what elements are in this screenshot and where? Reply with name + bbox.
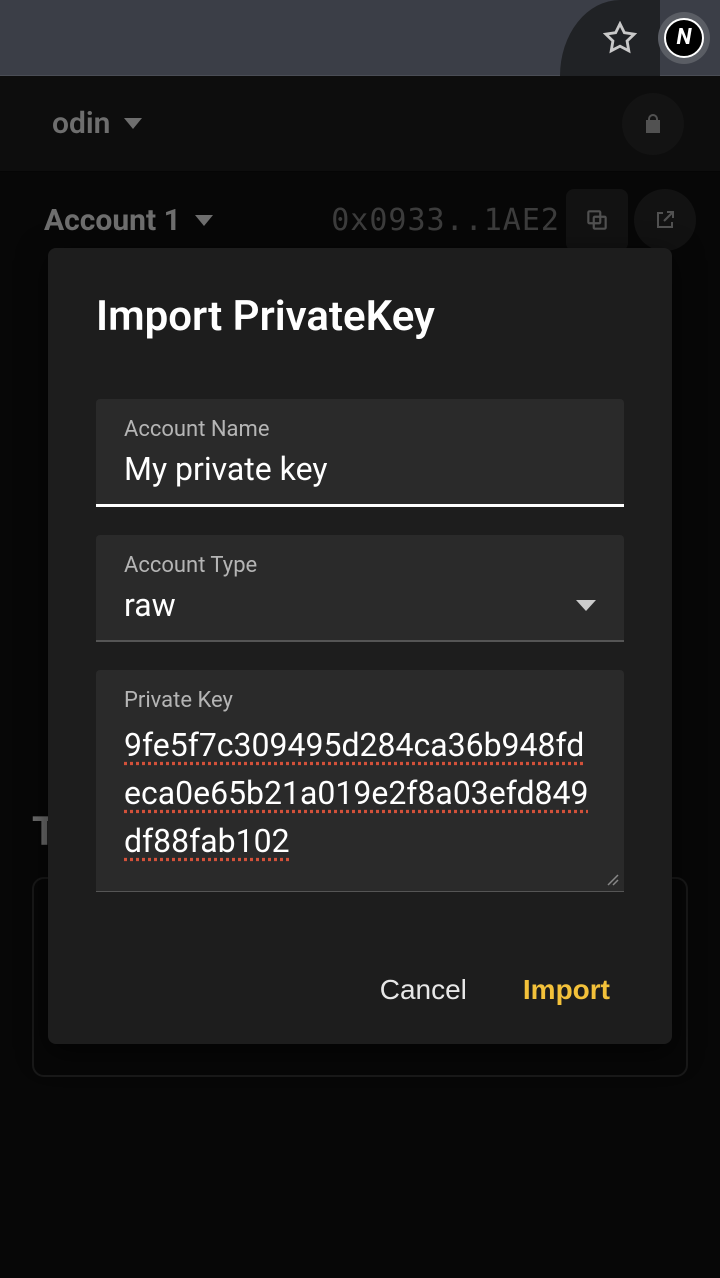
dialog-actions: Cancel Import	[96, 964, 624, 1016]
account-name-label: Account Name	[124, 417, 596, 442]
private-key-label: Private Key	[124, 688, 596, 713]
account-type-label: Account Type	[124, 553, 596, 578]
resize-handle-icon[interactable]	[604, 871, 620, 887]
account-name-input[interactable]	[124, 450, 596, 488]
account-type-value: raw	[124, 586, 576, 624]
dialog-title: Import PrivateKey	[96, 292, 624, 341]
browser-toolbar: N	[0, 0, 720, 76]
caret-down-icon	[576, 600, 596, 611]
cancel-button[interactable]: Cancel	[372, 964, 475, 1016]
extension-button[interactable]: N	[658, 12, 710, 64]
account-name-field[interactable]: Account Name	[96, 399, 624, 507]
bookmark-button[interactable]	[598, 16, 642, 60]
private-key-input[interactable]: 9fe5f7c309495d284ca36b948fdeca0e65b21a01…	[124, 721, 596, 881]
account-type-field[interactable]: Account Type raw	[96, 535, 624, 642]
star-icon	[603, 21, 637, 55]
private-key-field[interactable]: Private Key 9fe5f7c309495d284ca36b948fde…	[96, 670, 624, 892]
import-privatekey-dialog: Import PrivateKey Account Name Account T…	[48, 248, 672, 1044]
import-button[interactable]: Import	[515, 964, 618, 1016]
extension-logo-icon: N	[664, 18, 704, 58]
